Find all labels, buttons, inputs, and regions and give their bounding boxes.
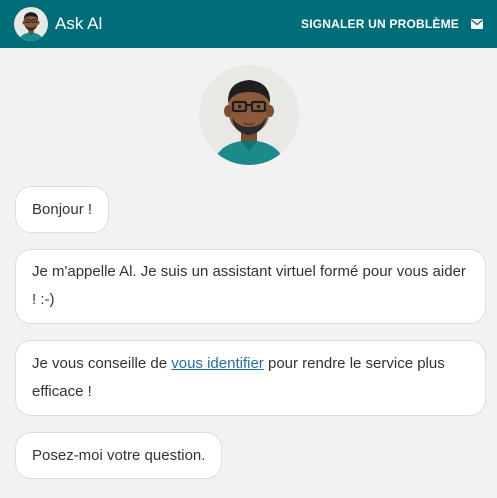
avatar bbox=[14, 7, 48, 41]
message-text: Je m'appelle Al. Je suis un assistant vi… bbox=[32, 263, 466, 308]
envelope-icon bbox=[471, 19, 483, 29]
app-title: Ask Al bbox=[55, 14, 103, 33]
login-link[interactable]: vous identifier bbox=[171, 355, 264, 372]
message-text: Bonjour ! bbox=[32, 201, 93, 218]
chat-message: Je vous conseille de vous identifier pou… bbox=[15, 340, 486, 416]
app-header: Ask Al SIGNALER UN PROBLÈME bbox=[0, 0, 497, 48]
message-text: Posez-moi votre question. bbox=[32, 447, 206, 464]
avatar-icon bbox=[18, 11, 44, 41]
report-problem-button[interactable]: SIGNALER UN PROBLÈME bbox=[301, 17, 483, 31]
chat-message: Je m'appelle Al. Je suis un assistant vi… bbox=[15, 249, 486, 324]
assistant-portrait-icon bbox=[211, 78, 287, 165]
message-text-before-link: Je vous conseille de bbox=[32, 355, 172, 372]
assistant-avatar bbox=[199, 65, 299, 165]
report-problem-label: SIGNALER UN PROBLÈME bbox=[300, 17, 459, 31]
chat-message: Bonjour ! bbox=[15, 186, 110, 233]
chat-message: Posez-moi votre question. bbox=[15, 432, 223, 479]
